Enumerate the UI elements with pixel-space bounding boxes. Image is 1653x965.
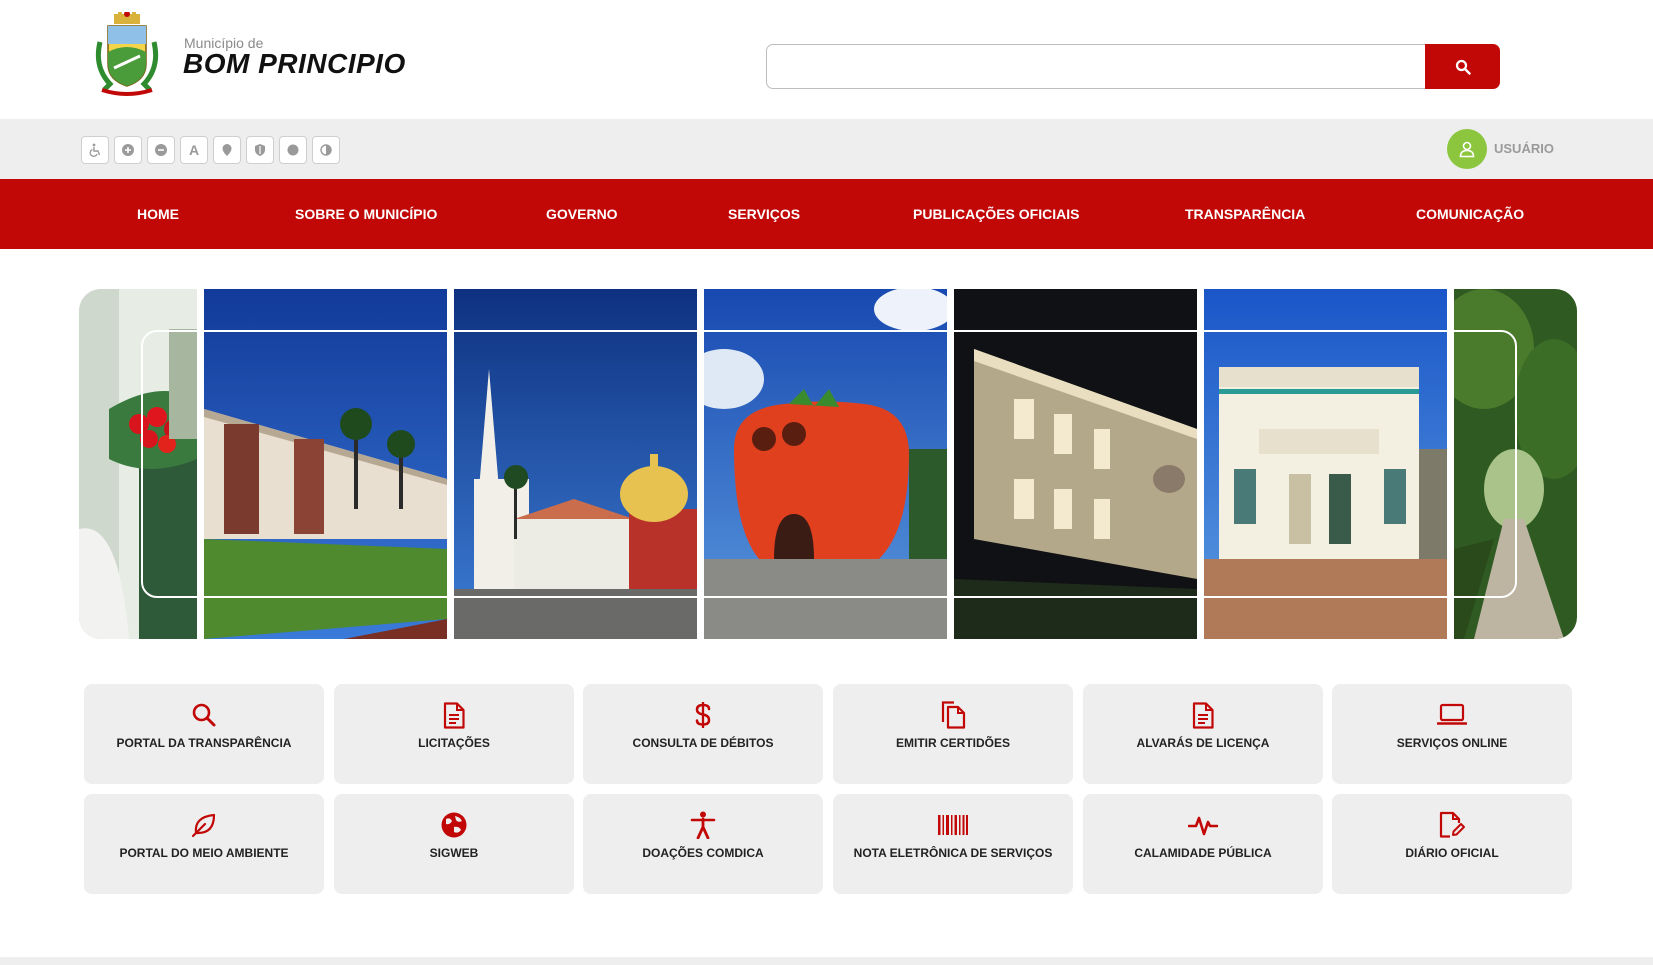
- main-nav: HOME SOBRE O MUNICÍPIO GOVERNO SERVIÇOS …: [0, 179, 1653, 249]
- tile-label: LICITAÇÕES: [418, 736, 490, 750]
- nav-item-comunicacao[interactable]: COMUNICAÇÃO: [1416, 179, 1524, 249]
- photo-banner[interactable]: [79, 289, 1577, 639]
- tile-diario-oficial[interactable]: DIÁRIO OFICIAL: [1332, 794, 1572, 894]
- tile-label: SERVIÇOS ONLINE: [1396, 736, 1508, 750]
- pulse-icon: [1188, 816, 1218, 836]
- search-icon: [1455, 59, 1471, 75]
- municipal-crest-logo[interactable]: [92, 12, 162, 98]
- tile-consulta-de-debitos[interactable]: CONSULTA DE DÉBITOS: [583, 684, 823, 784]
- tile-label: ALVARÁS DE LICENÇA: [1136, 736, 1270, 750]
- nav-item-governo[interactable]: GOVERNO: [546, 179, 618, 249]
- barcode-icon: [938, 815, 968, 835]
- nav-item-sobre-o-municipio[interactable]: SOBRE O MUNICÍPIO: [295, 179, 437, 249]
- contrast-icon[interactable]: [312, 136, 340, 164]
- nav-item-publicacoes-oficiais[interactable]: PUBLICAÇÕES OFICIAIS: [913, 179, 1079, 249]
- accessibility-controls: A: [81, 136, 340, 164]
- tile-label: EMITIR CERTIDÕES: [895, 736, 1010, 750]
- accessibility-bar: A: [0, 119, 1653, 179]
- banner-photo-strawberries: [79, 289, 197, 639]
- tile-servicos-online[interactable]: SERVIÇOS ONLINE: [1332, 684, 1572, 784]
- font-reset-button[interactable]: A: [180, 136, 208, 164]
- tile-portal-da-transparencia[interactable]: PORTAL DA TRANSPARÊNCIA: [84, 684, 324, 784]
- banner-photo-historic-building: [1204, 289, 1447, 639]
- copy-icon: [941, 701, 966, 729]
- tile-emitir-certidoes[interactable]: EMITIR CERTIDÕES: [833, 684, 1073, 784]
- laptop-icon: [1437, 703, 1467, 725]
- banner-photo-giant-strawberry: [704, 289, 947, 639]
- location-icon[interactable]: [213, 136, 241, 164]
- tile-label: DOAÇÕES COMDICA: [642, 846, 764, 860]
- tile-calamidade-publica[interactable]: CALAMIDADE PÚBLICA: [1083, 794, 1323, 894]
- document-icon: [443, 701, 465, 729]
- tile-label: DIÁRIO OFICIAL: [1405, 846, 1499, 860]
- dollar-icon: [695, 702, 711, 728]
- document-icon: [1192, 701, 1214, 729]
- tile-label: SIGWEB: [429, 846, 479, 860]
- wheelchair-icon[interactable]: [81, 136, 109, 164]
- tile-portal-do-meio-ambiente[interactable]: PORTAL DO MEIO AMBIENTE: [84, 794, 324, 894]
- footer-top-strip: [0, 957, 1653, 965]
- shield-icon[interactable]: [246, 136, 274, 164]
- site-header: Município de BOM PRINCIPIO: [0, 0, 1653, 119]
- zoom-out-icon[interactable]: [147, 136, 175, 164]
- tile-alvaras-de-licenca[interactable]: ALVARÁS DE LICENÇA: [1083, 684, 1323, 784]
- globe-icon: [441, 812, 467, 838]
- dot-icon[interactable]: [279, 136, 307, 164]
- banner-photo-night-building: [954, 289, 1197, 639]
- user-icon: [1459, 141, 1475, 158]
- tile-doacoes-comdica[interactable]: DOAÇÕES COMDICA: [583, 794, 823, 894]
- user-login-link[interactable]: USUÁRIO: [1494, 141, 1554, 156]
- tile-sigweb[interactable]: SIGWEB: [334, 794, 574, 894]
- site-title[interactable]: BOM PRINCIPIO: [183, 48, 406, 80]
- nav-item-servicos[interactable]: SERVIÇOS: [728, 179, 800, 249]
- zoom-in-icon[interactable]: [114, 136, 142, 164]
- tile-label: PORTAL DA TRANSPARÊNCIA: [116, 736, 292, 750]
- tile-label: NOTA ELETRÔNICA DE SERVIÇOS: [853, 846, 1053, 860]
- tile-label: PORTAL DO MEIO AMBIENTE: [119, 846, 289, 860]
- banner-photo-school-building: [204, 289, 447, 639]
- search-icon: [192, 703, 216, 727]
- edit-document-icon: [1439, 811, 1465, 838]
- nav-item-home[interactable]: HOME: [137, 179, 179, 249]
- person-icon: [690, 811, 716, 839]
- search-input[interactable]: [766, 44, 1426, 89]
- banner-photo-church: [454, 289, 697, 639]
- user-avatar[interactable]: [1447, 129, 1487, 169]
- nav-item-transparencia[interactable]: TRANSPARÊNCIA: [1185, 179, 1305, 249]
- leaf-icon: [191, 813, 216, 838]
- search-button[interactable]: [1425, 44, 1500, 89]
- banner-photo-forest-road: [1454, 289, 1577, 639]
- tile-label: CONSULTA DE DÉBITOS: [632, 736, 774, 750]
- tile-licitacoes[interactable]: LICITAÇÕES: [334, 684, 574, 784]
- tile-nota-eletronica-de-servicos[interactable]: NOTA ELETRÔNICA DE SERVIÇOS: [833, 794, 1073, 894]
- tile-label: CALAMIDADE PÚBLICA: [1134, 846, 1272, 860]
